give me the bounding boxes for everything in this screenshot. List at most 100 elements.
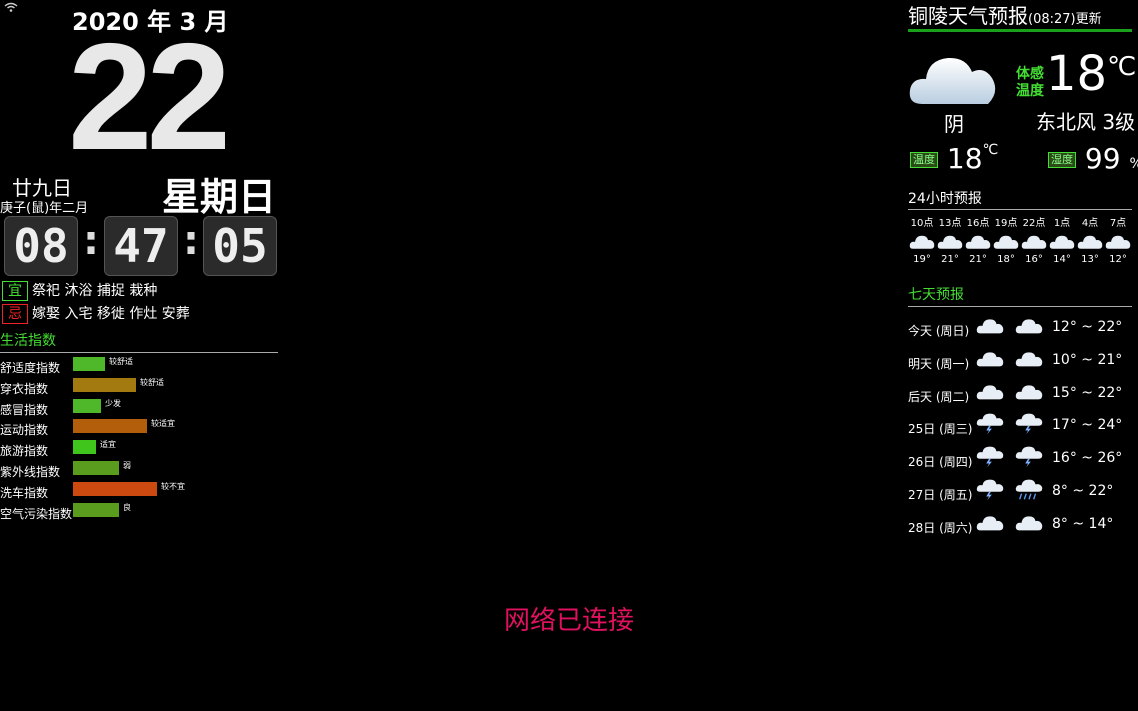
thunder-icon — [976, 476, 1004, 505]
hourly-header: 24小时预报 — [908, 191, 982, 207]
day-label: 后天 (周二) — [908, 389, 970, 404]
temp-range: 16° ~ 26° — [1052, 450, 1123, 467]
city-title: 铜陵天气预报 — [908, 4, 1028, 28]
day-label: 26日 (周四) — [908, 455, 973, 470]
daily-row: 26日 (周四) 16° ~ 26° — [908, 443, 1134, 473]
cloud-icon — [976, 378, 1004, 407]
hour-label: 10点 — [910, 218, 934, 229]
cloud-icon — [1015, 312, 1043, 341]
thunder-icon — [976, 410, 1004, 439]
day-label: 25日 (周三) — [908, 422, 973, 437]
life-index-header: 生活指数 — [0, 333, 56, 349]
hour-label: 19点 — [994, 218, 1018, 229]
divider — [908, 306, 1132, 307]
clock-separator: : — [83, 218, 99, 264]
life-index-name: 感冒指数 — [0, 402, 49, 417]
life-index-bar — [73, 419, 147, 434]
clock-seconds: 05 — [203, 216, 277, 276]
wifi-icon — [4, 2, 18, 12]
thunder-icon — [1015, 443, 1043, 472]
temp-range: 17° ~ 24° — [1052, 417, 1123, 434]
day-label: 今天 (周日) — [908, 324, 970, 338]
hour-label: 4点 — [1081, 218, 1099, 229]
life-index-name: 空气污染指数 — [0, 506, 73, 521]
lunar-year: 庚子(鼠)年二月 — [0, 201, 89, 216]
cloud-icon — [992, 232, 1020, 250]
life-index-value: 较舒适 — [109, 357, 133, 366]
life-index-value: 弱 — [123, 460, 131, 470]
hum-value: 99 — [1084, 142, 1121, 175]
life-index-row: 舒适度指数 较舒适 — [0, 356, 280, 377]
life-index-bar — [73, 460, 119, 475]
hour-temp: 18° — [997, 254, 1015, 265]
life-index-value: 适宜 — [100, 440, 116, 450]
weather-condition: 阴 — [944, 112, 964, 136]
hour-label: 1点 — [1053, 218, 1071, 229]
hour-temp: 21° — [941, 254, 959, 265]
network-status: 网络已连接 — [503, 606, 634, 636]
yi-tag: 宜 — [2, 281, 28, 301]
cloud-icon — [1076, 232, 1104, 250]
life-index-row: 空气污染指数 良 — [0, 502, 280, 523]
life-index-bar — [73, 377, 136, 392]
life-index-name: 运动指数 — [0, 423, 49, 438]
feels-temp-value: 18 — [1046, 46, 1108, 102]
day-label: 28日 (周六) — [908, 520, 973, 535]
almanac-ji: 忌嫁娶 入宅 移徙 作灶 安葬 — [2, 303, 190, 324]
hour-label: 13点 — [938, 218, 962, 229]
feels-like-label: 体感 温度 — [1016, 66, 1044, 100]
daily-row: 25日 (周三) 17° ~ 24° — [908, 410, 1134, 440]
life-index-value: 较适宜 — [151, 419, 175, 429]
temp-range: 12° ~ 22° — [1052, 319, 1123, 335]
hourly-item: 1点 14° — [1048, 214, 1076, 265]
daily-row: 明天 (周一) 10° ~ 21° — [908, 345, 1134, 375]
life-index-row: 旅游指数 适宜 — [0, 439, 280, 460]
life-index-name: 穿衣指数 — [0, 381, 49, 396]
thunder-icon — [976, 443, 1004, 472]
cloud-icon — [1015, 509, 1043, 538]
title-underline — [908, 29, 1132, 32]
temp-range: 15° ~ 22° — [1052, 384, 1123, 401]
life-index-name: 洗车指数 — [0, 485, 49, 500]
day-number: 22 — [68, 12, 231, 182]
hourly-item: 16点 21° — [964, 214, 992, 265]
hour-temp: 12° — [1109, 254, 1127, 265]
life-index-row: 感冒指数 少发 — [0, 398, 280, 419]
temperature: 温度 18℃ — [910, 142, 998, 175]
hourly-item: 10点 19° — [908, 214, 936, 265]
hour-temp: 13° — [1081, 254, 1099, 265]
day-label: 27日 (周五) — [908, 488, 973, 502]
cloud-icon — [976, 345, 1004, 374]
temp-range: 8° ~ 14° — [1052, 515, 1114, 532]
life-index-bar — [73, 502, 119, 517]
cloud-icon — [976, 509, 1004, 538]
rain-icon — [1015, 476, 1043, 505]
daily-row: 27日 (周五) 8° ~ 22° — [908, 476, 1134, 506]
hour-label: 22点 — [1022, 218, 1046, 229]
daily-header: 七天预报 — [908, 287, 964, 303]
feels-label-line1: 体感 — [1016, 66, 1044, 82]
hourly-item: 22点 16° — [1020, 214, 1048, 265]
ji-text: 嫁娶 入宅 移徙 作灶 安葬 — [32, 306, 190, 322]
cloud-icon — [936, 232, 964, 250]
hourly-item: 13点 21° — [936, 214, 964, 265]
life-index-bar — [73, 481, 157, 496]
life-index-value: 少发 — [105, 398, 121, 408]
temp-tag: 温度 — [910, 152, 938, 168]
weekday: 星期日 — [162, 175, 277, 219]
divider — [908, 209, 1132, 210]
feels-label-line2: 温度 — [1016, 83, 1044, 99]
life-index-name: 旅游指数 — [0, 444, 49, 459]
life-index-value: 良 — [123, 502, 131, 512]
hour-temp: 19° — [913, 254, 931, 265]
daily-row: 28日 (周六) 8° ~ 14° — [908, 509, 1134, 539]
daily-row: 今天 (周日) 12° ~ 22° — [908, 312, 1134, 342]
wind: 东北风 3级 — [1036, 110, 1136, 134]
humidity: 湿度 99 % — [1048, 142, 1138, 175]
ji-tag: 忌 — [2, 304, 28, 324]
hourly-item: 4点 13° — [1076, 214, 1104, 265]
cloud-icon — [1048, 232, 1076, 250]
life-index-bar — [73, 357, 105, 371]
hour-temp: 21° — [969, 254, 987, 265]
cloud-icon — [908, 232, 936, 250]
